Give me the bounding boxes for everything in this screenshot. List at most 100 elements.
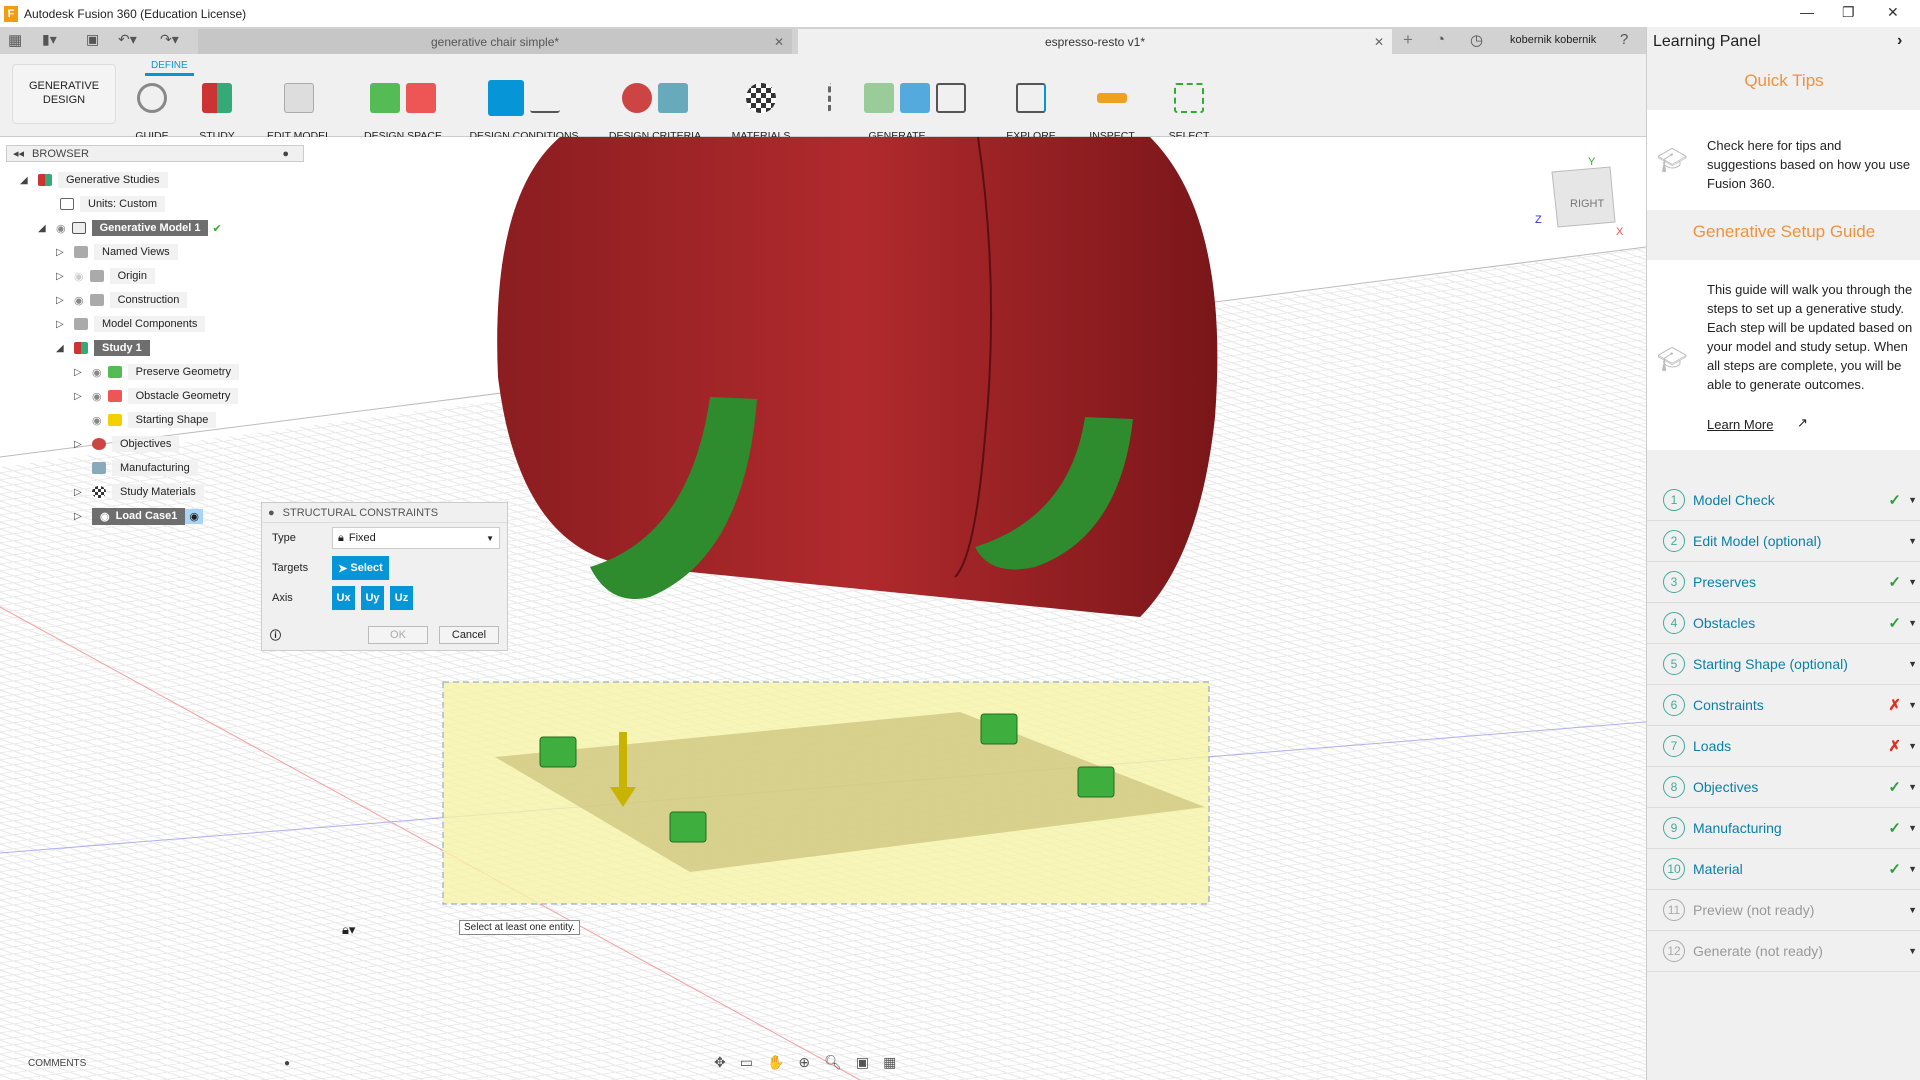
tab-espresso-resto[interactable]: espresso-resto v1* ✕ xyxy=(798,29,1392,54)
setup-step[interactable]: 3 Preserves ✓ ▼ xyxy=(1647,562,1920,603)
quick-tips-card[interactable]: 🎓︎ Check here for tips and suggestions b… xyxy=(1647,110,1920,210)
clock-icon[interactable]: ◷ xyxy=(1470,31,1483,49)
eye-icon[interactable]: ◉ xyxy=(74,294,84,307)
eye-hidden-icon[interactable]: ◉ xyxy=(74,270,84,283)
tree-item-units[interactable]: Units: Custom xyxy=(60,194,166,214)
comments-panel[interactable]: COMMENTS ● xyxy=(6,1054,304,1072)
lock-icon[interactable]: 🔒︎▾ xyxy=(342,922,355,938)
materials-group[interactable]: MATERIALS xyxy=(724,80,798,142)
setup-step[interactable]: 4 Obstacles ✓ ▼ xyxy=(1647,603,1920,644)
pin-icon[interactable]: ● xyxy=(282,148,289,160)
setup-step[interactable]: 12 Generate (not ready) ▼ xyxy=(1647,931,1920,972)
new-tab-icon[interactable]: + xyxy=(1403,30,1413,50)
info-icon[interactable]: ⓘ xyxy=(270,627,281,643)
minimize-icon[interactable]: — xyxy=(1800,4,1814,20)
chevron-down-icon[interactable]: ▼ xyxy=(1908,577,1917,587)
setup-step[interactable]: 6 Constraints ✗ ▼ xyxy=(1647,685,1920,726)
axis-ux-toggle[interactable]: Ux xyxy=(332,586,355,610)
tree-item-preserve-geometry[interactable]: ▷ ◉ Preserve Geometry xyxy=(74,362,239,382)
eye-icon[interactable]: ◉ xyxy=(56,222,66,235)
fit-icon[interactable]: 🔍︎ xyxy=(824,1054,842,1071)
chevron-down-icon[interactable]: ▼ xyxy=(1908,700,1917,710)
tree-item-named-views[interactable]: ▷ Named Views xyxy=(56,242,178,262)
grid-menu-icon[interactable]: ▦ xyxy=(8,31,22,49)
chevron-down-icon[interactable]: ▼ xyxy=(1908,946,1917,956)
setup-step[interactable]: 9 Manufacturing ✓ ▼ xyxy=(1647,808,1920,849)
active-radio-icon[interactable]: ◉ xyxy=(185,508,203,524)
collapse-icon[interactable]: ◂◂ xyxy=(13,147,24,160)
tree-item-origin[interactable]: ▷ ◉ Origin xyxy=(56,266,155,286)
eye-icon[interactable]: ◉ xyxy=(92,390,102,403)
ok-button[interactable]: OK xyxy=(368,626,428,644)
study-group[interactable]: STUDY xyxy=(192,80,242,142)
tree-item-generative-studies[interactable]: ◢ Generative Studies xyxy=(20,170,168,190)
close-tab-icon[interactable]: ✕ xyxy=(1374,35,1384,49)
close-tab-icon[interactable]: ✕ xyxy=(774,35,784,49)
external-link-icon[interactable]: ↗ xyxy=(1797,415,1808,431)
design-conditions-group[interactable]: DESIGN CONDITIONS xyxy=(464,80,584,142)
file-icon[interactable]: ▮▾ xyxy=(42,31,57,48)
learn-more-link[interactable]: Learn More xyxy=(1707,417,1773,432)
eye-icon[interactable]: ◉ xyxy=(92,414,102,427)
setup-step[interactable]: 7 Loads ✗ ▼ xyxy=(1647,726,1920,767)
workspace-switcher[interactable]: GENERATIVE DESIGN xyxy=(12,64,116,124)
tree-item-generative-model[interactable]: ◢ ◉ Generative Model 1 ✔ xyxy=(38,218,222,238)
tree-item-starting-shape[interactable]: ◉ Starting Shape xyxy=(92,410,217,430)
help-icon[interactable]: ? xyxy=(1620,31,1628,48)
edit-model-group[interactable]: EDIT MODEL xyxy=(262,80,336,142)
chevron-down-icon[interactable]: ▼ xyxy=(1908,864,1917,874)
tree-item-study-1[interactable]: ◢ Study 1 xyxy=(56,338,150,358)
setup-step[interactable]: 1 Model Check ✓ ▼ xyxy=(1647,480,1920,521)
pan-icon[interactable]: ✋ xyxy=(767,1054,784,1071)
chevron-down-icon[interactable]: ▼ xyxy=(1908,618,1917,628)
axis-uz-toggle[interactable]: Uz xyxy=(390,586,413,610)
orbit-icon[interactable]: ✥ xyxy=(714,1054,726,1071)
save-icon[interactable]: ▣ xyxy=(86,31,99,48)
generate-group[interactable]: GENERATE xyxy=(812,80,982,142)
chevron-down-icon[interactable]: ▼ xyxy=(1908,536,1917,546)
chevron-down-icon[interactable]: ▼ xyxy=(1908,659,1917,669)
setup-step[interactable]: 2 Edit Model (optional) ▼ xyxy=(1647,521,1920,562)
grid-settings-icon[interactable]: ▦ xyxy=(883,1054,896,1071)
setup-step[interactable]: 8 Objectives ✓ ▼ xyxy=(1647,767,1920,808)
select-targets-button[interactable]: ➤ Select xyxy=(332,556,389,580)
design-space-group[interactable]: DESIGN SPACE xyxy=(356,80,450,142)
canvas[interactable]: RIGHT Y Z X xyxy=(0,137,1646,1080)
undo-icon[interactable]: ↶▾ xyxy=(118,31,137,48)
look-at-icon[interactable]: ▭ xyxy=(740,1054,753,1071)
browser-header[interactable]: ◂◂ BROWSER ● xyxy=(6,145,304,162)
axis-uy-toggle[interactable]: Uy xyxy=(361,586,384,610)
tab-generative-chair[interactable]: generative chair simple* ✕ xyxy=(198,29,792,54)
tree-item-obstacle-geometry[interactable]: ▷ ◉ Obstacle Geometry xyxy=(74,386,239,406)
redo-icon[interactable]: ↷▾ xyxy=(160,31,179,48)
tree-item-study-materials[interactable]: ▷ Study Materials xyxy=(74,482,204,502)
cancel-button[interactable]: Cancel xyxy=(439,626,499,644)
tab-define[interactable]: DEFINE xyxy=(145,60,194,76)
chevron-down-icon[interactable]: ▼ xyxy=(1908,495,1917,505)
job-status-icon[interactable]: ◔ xyxy=(1436,31,1445,48)
tree-item-load-case[interactable]: ▷ ◉ Load Case1 ◉ xyxy=(74,506,203,526)
type-select[interactable]: 🔒︎ Fixed ▼ xyxy=(332,527,500,549)
chevron-down-icon[interactable]: ▼ xyxy=(1908,823,1917,833)
3d-viewport[interactable]: RIGHT Y Z X xyxy=(0,137,1646,1080)
viewcube[interactable]: RIGHT Y Z X xyxy=(1535,156,1624,238)
tree-item-objectives[interactable]: ▷ Objectives xyxy=(74,434,180,454)
display-settings-icon[interactable]: ▣ xyxy=(856,1054,869,1071)
inspect-group[interactable]: INSPECT xyxy=(1080,80,1144,142)
chevron-down-icon[interactable]: ▼ xyxy=(1908,782,1917,792)
design-criteria-group[interactable]: DESIGN CRITERIA xyxy=(600,80,710,142)
chevron-down-icon[interactable]: ▼ xyxy=(1908,741,1917,751)
setup-step[interactable]: 10 Material ✓ ▼ xyxy=(1647,849,1920,890)
chevron-down-icon[interactable]: ▼ xyxy=(1908,905,1917,915)
collapse-icon[interactable]: ● xyxy=(268,507,275,519)
tree-item-model-components[interactable]: ▷ Model Components xyxy=(56,314,206,334)
select-group[interactable]: SELECT xyxy=(1158,80,1220,142)
setup-step[interactable]: 5 Starting Shape (optional) ▼ xyxy=(1647,644,1920,685)
close-icon[interactable]: ✕ xyxy=(1887,4,1899,21)
setup-step[interactable]: 11 Preview (not ready) ▼ xyxy=(1647,890,1920,931)
user-name[interactable]: kobernik kobernik xyxy=(1510,34,1596,46)
tree-item-construction[interactable]: ▷ ◉ Construction xyxy=(56,290,188,310)
zoom-icon[interactable]: ⊕ xyxy=(798,1054,810,1071)
restore-icon[interactable]: ❐ xyxy=(1842,4,1855,21)
add-comment-icon[interactable]: ● xyxy=(284,1058,290,1069)
